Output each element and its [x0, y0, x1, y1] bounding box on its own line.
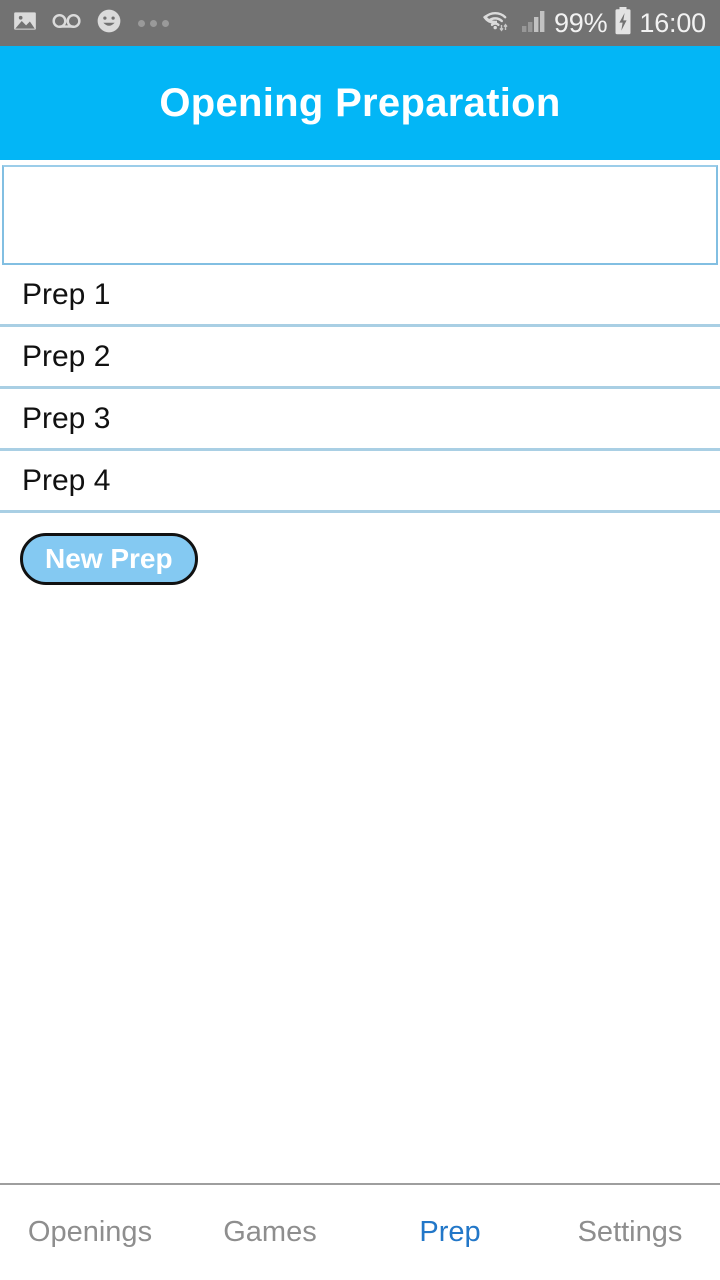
- battery-percent-label: 99%: [553, 7, 608, 38]
- status-bar-right-group: 99% 16:00: [482, 6, 706, 41]
- main-content: Prep 1 Prep 2 Prep 3 Prep 4 New Prep: [0, 160, 720, 1183]
- more-dots-icon: [138, 19, 169, 27]
- voicemail-icon: [52, 10, 82, 37]
- list-item[interactable]: Prep 1: [0, 265, 720, 327]
- smiley-face-icon: [96, 8, 122, 39]
- tab-label: Settings: [577, 1216, 683, 1248]
- list-item[interactable]: Prep 4: [0, 451, 720, 513]
- image-icon: [12, 8, 38, 39]
- list-item-label: Prep 1: [22, 277, 111, 311]
- bottom-tab-bar: Openings Games Prep Settings: [0, 1183, 720, 1280]
- new-prep-button[interactable]: New Prep: [20, 533, 198, 585]
- page-title: Opening Preparation: [159, 80, 561, 125]
- battery-charging-icon: [613, 6, 633, 41]
- tab-settings[interactable]: Settings: [540, 1185, 720, 1280]
- list-item[interactable]: Prep 2: [0, 327, 720, 389]
- tab-openings[interactable]: Openings: [0, 1185, 180, 1280]
- wifi-icon: [482, 7, 514, 40]
- tab-games[interactable]: Games: [180, 1185, 360, 1280]
- tab-label: Openings: [27, 1216, 153, 1248]
- new-prep-button-container: New Prep: [0, 513, 720, 585]
- status-bar-left-group: [12, 8, 169, 39]
- status-bar: 99% 16:00: [0, 0, 720, 46]
- list-item-label: Prep 2: [22, 339, 111, 373]
- new-prep-button-label: New Prep: [45, 543, 173, 574]
- tab-prep[interactable]: Prep: [360, 1185, 540, 1280]
- app-header: Opening Preparation: [0, 46, 720, 160]
- clock-label: 16:00: [639, 7, 706, 38]
- tab-label: Prep: [419, 1216, 481, 1248]
- prep-list: Prep 1 Prep 2 Prep 3 Prep 4: [0, 265, 720, 513]
- prep-name-entry-box[interactable]: [2, 165, 718, 265]
- app-root: 99% 16:00 Opening Preparation Prep 1 Pre…: [0, 0, 720, 1280]
- signal-bars-icon: [520, 8, 548, 39]
- list-item[interactable]: Prep 3: [0, 389, 720, 451]
- list-item-label: Prep 3: [22, 401, 111, 435]
- prep-name-input[interactable]: [4, 167, 716, 263]
- tab-label: Games: [223, 1216, 317, 1248]
- list-item-label: Prep 4: [22, 463, 111, 497]
